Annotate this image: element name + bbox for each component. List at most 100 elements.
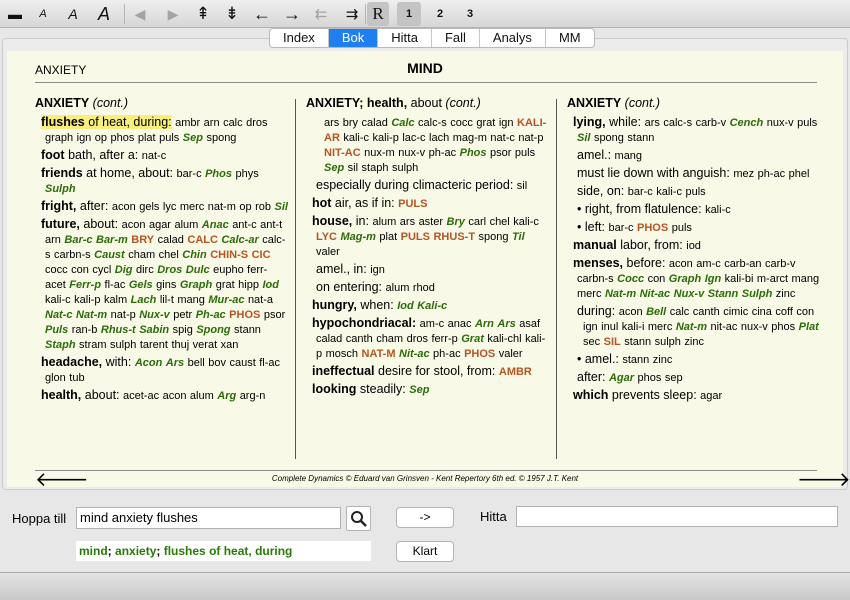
remedy-con[interactable]: con [796, 306, 814, 318]
back-icon[interactable]: ◀ [131, 2, 149, 26]
remedy-tub[interactable]: tub [69, 372, 84, 384]
remedy-cina[interactable]: cina [752, 306, 772, 318]
search-button[interactable] [346, 506, 371, 531]
remedy-acet-ac[interactable]: acet-ac [123, 390, 159, 402]
remedy-mag-m[interactable]: mag-m [453, 132, 487, 144]
remedy-ant-c[interactable]: ant-c [232, 219, 256, 231]
remedy-sil[interactable]: sil [348, 162, 358, 174]
remedy-kalm[interactable]: kalm [104, 294, 127, 306]
remedy-mez[interactable]: mez [733, 168, 754, 180]
remedy-nat-c[interactable]: nat-c [142, 150, 166, 162]
remedy-ars[interactable]: Ars [497, 318, 515, 330]
remedy-calc-ar[interactable]: Calc-ar [221, 234, 258, 246]
remedy-phos[interactable]: phos [638, 372, 662, 384]
rubric[interactable]: fright, after: acon gels lyc merc nat-m … [35, 199, 288, 214]
remedy-ign[interactable]: ign [499, 117, 514, 129]
remedy-nux-v[interactable]: Nux-v [139, 309, 170, 321]
remedy-lyc[interactable]: LYC [316, 231, 337, 243]
remedy-ferr-p[interactable]: ferr-p [431, 333, 457, 345]
remedy-puls[interactable]: puls [515, 147, 535, 159]
rubric[interactable]: hungry, when: Iod Kali-c [306, 298, 549, 313]
remedy-sil[interactable]: Sil [275, 201, 288, 213]
remedy-calc[interactable]: calc [670, 306, 690, 318]
tab-fall[interactable]: Fall [432, 29, 480, 47]
remedy-ars[interactable]: ars [400, 216, 415, 228]
remedy-kali-c[interactable]: kali-c [513, 216, 539, 228]
tab-index[interactable]: Index [270, 29, 329, 47]
view-1-icon[interactable]: 1 [397, 2, 421, 26]
remedy-stann[interactable]: stann [627, 132, 654, 144]
remedy-lac-c[interactable]: lac-c [402, 132, 425, 144]
remedy-nat-m[interactable]: Nat-m [605, 288, 636, 300]
remedy-acon[interactable]: acon [163, 390, 187, 402]
remedy-sec[interactable]: sec [583, 336, 600, 348]
remedy-sabin[interactable]: Sabin [139, 324, 169, 336]
remedy-nux-v[interactable]: nux-v [767, 117, 794, 129]
remedy-ph-ac[interactable]: Ph-ac [196, 309, 226, 321]
remedy-nux-v[interactable]: Nux-v [674, 288, 705, 300]
remedy-sulph[interactable]: sulph [655, 336, 681, 348]
remedy-sep[interactable]: Sep [409, 384, 429, 396]
remedy-mosch[interactable]: mosch [326, 348, 358, 360]
remedy-con[interactable]: con [648, 273, 666, 285]
remedy-nit-ac[interactable]: Nit-ac [399, 348, 430, 360]
remedy-chel[interactable]: chel [490, 216, 510, 228]
remedy-canth[interactable]: canth [693, 306, 720, 318]
remedy-chin[interactable]: Chin [182, 249, 206, 261]
remedy-ign[interactable]: ign [77, 132, 92, 144]
remedy-cocc[interactable]: cocc [450, 117, 473, 129]
tab-bok[interactable]: Bok [328, 29, 379, 47]
remedy-puls[interactable]: puls [797, 117, 817, 129]
remedy-merc[interactable]: merc [648, 321, 672, 333]
remedy-carbn-s[interactable]: carbn-s [577, 273, 614, 285]
remedy-spong[interactable]: spong [594, 132, 624, 144]
remedy-nit-ac[interactable]: Nit-ac [640, 288, 671, 300]
remedy-ambr[interactable]: ambr [175, 117, 200, 129]
remedy-am-c[interactable]: am-c [696, 258, 720, 270]
remedy-agar[interactable]: Agar [609, 372, 634, 384]
remedy-nit-ac[interactable]: nit-ac [710, 321, 737, 333]
rubric[interactable]: lying, while: ars calc-s carb-v Cench nu… [567, 115, 823, 145]
remedy-kali-p[interactable]: kali-p [74, 294, 100, 306]
path-segment[interactable]: mind [79, 544, 108, 558]
remedy-stann[interactable]: stann [624, 336, 651, 348]
double-right-icon[interactable]: ⇉ [342, 2, 362, 26]
font-medium-icon[interactable]: A [64, 2, 82, 26]
remedy-cham[interactable]: cham [376, 333, 403, 345]
remedy-agar[interactable]: agar [700, 390, 722, 402]
remedy-graph[interactable]: Graph [669, 273, 701, 285]
remedy-nat-c[interactable]: nat-c [490, 132, 514, 144]
remedy-bry[interactable]: BRY [131, 234, 154, 246]
view-3-icon[interactable]: 3 [459, 2, 481, 26]
double-left-icon[interactable]: ⇇ [311, 2, 331, 26]
remedy-stann[interactable]: stann [234, 324, 261, 336]
remedy-grat[interactable]: Grat [461, 333, 484, 345]
font-large-icon[interactable]: A [94, 2, 114, 26]
remedy-bar-m[interactable]: Bar-m [96, 234, 128, 246]
remedy-phos[interactable]: Phos [205, 168, 232, 180]
remedy-ign[interactable]: Ign [705, 273, 722, 285]
rubric[interactable]: hot air, as if in: PULS [306, 196, 549, 211]
remedy-arn[interactable]: Arn [475, 318, 494, 330]
remedy-gels[interactable]: Gels [129, 279, 153, 291]
remedy-aster[interactable]: aster [419, 216, 443, 228]
remedy-puls[interactable]: puls [685, 186, 705, 198]
remedy-carb-v[interactable]: carb-v [765, 258, 796, 270]
remedy-rhod[interactable]: rhod [413, 282, 435, 294]
remedy-petr[interactable]: petr [173, 309, 192, 321]
path-segment[interactable]: anxiety [115, 544, 156, 558]
remedy-mang[interactable]: mang [792, 273, 820, 285]
remedy-kali-c[interactable]: kali-c [343, 132, 369, 144]
rubric[interactable]: ineffectual desire for stool, from: AMBR [306, 364, 549, 379]
remedy-rob[interactable]: rob [255, 201, 271, 213]
remedy-dig[interactable]: Dig [115, 264, 133, 276]
remedy-inul[interactable]: inul [601, 321, 618, 333]
remedy-spong[interactable]: spong [479, 231, 509, 243]
remedy-graph[interactable]: Graph [180, 279, 212, 291]
remedy-phos[interactable]: phos [111, 132, 135, 144]
remedy-nat-m[interactable]: Nat-m [76, 309, 107, 321]
remedy-spong[interactable]: Spong [196, 324, 230, 336]
font-small-icon[interactable]: A [35, 2, 51, 26]
remedy-merc[interactable]: merc [577, 288, 601, 300]
remedy-acon[interactable]: acon [112, 201, 136, 213]
